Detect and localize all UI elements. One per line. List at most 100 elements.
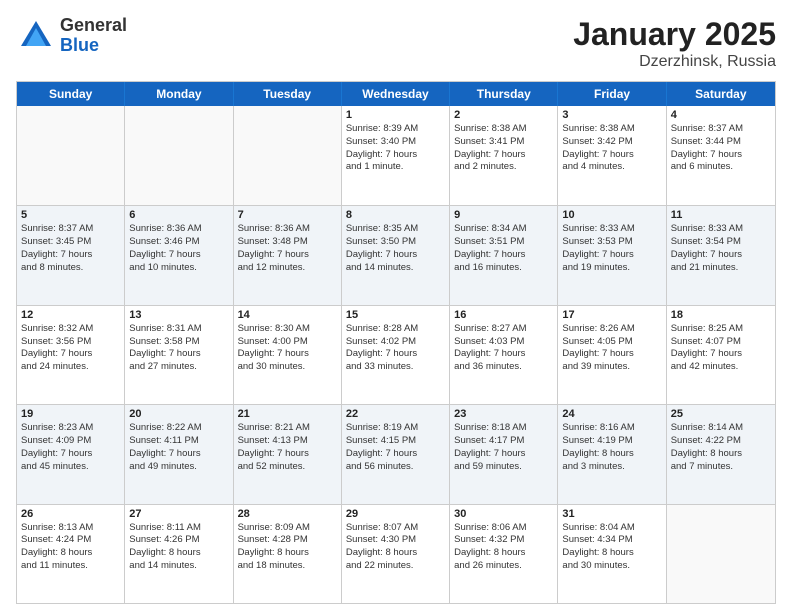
- day-info: Sunrise: 8:36 AM Sunset: 3:46 PM Dayligh…: [129, 223, 228, 274]
- day-info: Sunrise: 8:06 AM Sunset: 4:32 PM Dayligh…: [454, 522, 553, 573]
- day-cell-11: 11Sunrise: 8:33 AM Sunset: 3:54 PM Dayli…: [667, 206, 775, 304]
- day-info: Sunrise: 8:37 AM Sunset: 3:45 PM Dayligh…: [21, 223, 120, 274]
- day-cell-12: 12 Sunrise: 8:32 AM Sunset: 3:56 PM Dayli…: [17, 306, 125, 404]
- day-info: Sunrise: 8:07 AM Sunset: 4:30 PM Dayligh…: [346, 522, 445, 573]
- day-cell-18: 18 Sunrise: 8:25 AM Sunset: 4:07 PM Dayli…: [667, 306, 775, 404]
- day-info: Sunrise: 8:32 AM Sunset: 3:56 PM Dayligh…: [21, 323, 120, 374]
- day-number: 15: [346, 309, 445, 321]
- day-number: 17: [562, 309, 661, 321]
- day-info: Sunrise: 8:28 AM Sunset: 4:02 PM Dayligh…: [346, 323, 445, 374]
- day-info: Sunrise: 8:30 AM Sunset: 4:00 PM Dayligh…: [238, 323, 337, 374]
- day-info: Sunrise: 8:25 AM Sunset: 4:07 PM Dayligh…: [671, 323, 771, 374]
- day-cell-10: 10Sunrise: 8:33 AM Sunset: 3:53 PM Dayli…: [558, 206, 666, 304]
- day-info: Sunrise: 8:21 AM Sunset: 4:13 PM Dayligh…: [238, 422, 337, 473]
- day-number: 19: [21, 408, 120, 420]
- day-cell-21: 21Sunrise: 8:21 AM Sunset: 4:13 PM Dayli…: [234, 405, 342, 503]
- day-number: 28: [238, 508, 337, 520]
- day-cell-27: 27Sunrise: 8:11 AM Sunset: 4:26 PM Dayli…: [125, 505, 233, 603]
- day-cell-24: 24Sunrise: 8:16 AM Sunset: 4:19 PM Dayli…: [558, 405, 666, 503]
- day-cell-16: 16Sunrise: 8:27 AM Sunset: 4:03 PM Dayli…: [450, 306, 558, 404]
- day-info: Sunrise: 8:27 AM Sunset: 4:03 PM Dayligh…: [454, 323, 553, 374]
- day-cell-9: 9 Sunrise: 8:34 AM Sunset: 3:51 PM Daylig…: [450, 206, 558, 304]
- day-number: 22: [346, 408, 445, 420]
- logo-blue: Blue: [60, 35, 99, 55]
- day-cell-4: 4 Sunrise: 8:37 AM Sunset: 3:44 PM Daylig…: [667, 106, 775, 205]
- day-number: 29: [346, 508, 445, 520]
- day-cell-26: 26Sunrise: 8:13 AM Sunset: 4:24 PM Dayli…: [17, 505, 125, 603]
- day-info: Sunrise: 8:14 AM Sunset: 4:22 PM Dayligh…: [671, 422, 771, 473]
- day-cell-14: 14 Sunrise: 8:30 AM Sunset: 4:00 PM Dayli…: [234, 306, 342, 404]
- day-cell-29: 29 Sunrise: 8:07 AM Sunset: 4:30 PM Dayli…: [342, 505, 450, 603]
- calendar-header: SundayMondayTuesdayWednesdayThursdayFrid…: [17, 82, 775, 106]
- day-cell-17: 17Sunrise: 8:26 AM Sunset: 4:05 PM Dayli…: [558, 306, 666, 404]
- weekday-header-monday: Monday: [125, 82, 233, 106]
- day-number: 11: [671, 209, 771, 221]
- day-info: Sunrise: 8:31 AM Sunset: 3:58 PM Dayligh…: [129, 323, 228, 374]
- weekday-header-tuesday: Tuesday: [234, 82, 342, 106]
- day-number: 3: [562, 109, 661, 121]
- day-number: 2: [454, 109, 553, 121]
- day-number: 30: [454, 508, 553, 520]
- day-cell-25: 25Sunrise: 8:14 AM Sunset: 4:22 PM Dayli…: [667, 405, 775, 503]
- logo-icon: [16, 16, 56, 56]
- day-info: Sunrise: 8:38 AM Sunset: 3:42 PM Dayligh…: [562, 123, 661, 174]
- empty-cell: [667, 505, 775, 603]
- day-info: Sunrise: 8:11 AM Sunset: 4:26 PM Dayligh…: [129, 522, 228, 573]
- empty-cell: [125, 106, 233, 205]
- calendar-week-4: 19 Sunrise: 8:23 AM Sunset: 4:09 PM Dayli…: [17, 404, 775, 503]
- day-cell-7: 7 Sunrise: 8:36 AM Sunset: 3:48 PM Daylig…: [234, 206, 342, 304]
- day-info: Sunrise: 8:23 AM Sunset: 4:09 PM Dayligh…: [21, 422, 120, 473]
- day-cell-20: 20 Sunrise: 8:22 AM Sunset: 4:11 PM Dayli…: [125, 405, 233, 503]
- weekday-header-saturday: Saturday: [667, 82, 775, 106]
- day-number: 20: [129, 408, 228, 420]
- day-info: Sunrise: 8:39 AM Sunset: 3:40 PM Dayligh…: [346, 123, 445, 174]
- day-number: 10: [562, 209, 661, 221]
- day-cell-1: 1 Sunrise: 8:39 AM Sunset: 3:40 PM Daylig…: [342, 106, 450, 205]
- day-cell-22: 22 Sunrise: 8:19 AM Sunset: 4:15 PM Dayli…: [342, 405, 450, 503]
- day-info: Sunrise: 8:19 AM Sunset: 4:15 PM Dayligh…: [346, 422, 445, 473]
- day-info: Sunrise: 8:34 AM Sunset: 3:51 PM Dayligh…: [454, 223, 553, 274]
- day-number: 12: [21, 309, 120, 321]
- day-cell-15: 15 Sunrise: 8:28 AM Sunset: 4:02 PM Dayli…: [342, 306, 450, 404]
- day-number: 24: [562, 408, 661, 420]
- weekday-header-friday: Friday: [558, 82, 666, 106]
- day-info: Sunrise: 8:04 AM Sunset: 4:34 PM Dayligh…: [562, 522, 661, 573]
- day-cell-23: 23 Sunrise: 8:18 AM Sunset: 4:17 PM Dayli…: [450, 405, 558, 503]
- day-cell-31: 31 Sunrise: 8:04 AM Sunset: 4:34 PM Dayli…: [558, 505, 666, 603]
- day-number: 31: [562, 508, 661, 520]
- day-info: Sunrise: 8:18 AM Sunset: 4:17 PM Dayligh…: [454, 422, 553, 473]
- page-header: General Blue January 2025 Dzerzhinsk, Ru…: [16, 16, 776, 71]
- logo: General Blue: [16, 16, 127, 56]
- location: Dzerzhinsk, Russia: [573, 53, 776, 71]
- weekday-header-sunday: Sunday: [17, 82, 125, 106]
- day-cell-5: 5 Sunrise: 8:37 AM Sunset: 3:45 PM Daylig…: [17, 206, 125, 304]
- day-cell-19: 19 Sunrise: 8:23 AM Sunset: 4:09 PM Dayli…: [17, 405, 125, 503]
- calendar-body: 1 Sunrise: 8:39 AM Sunset: 3:40 PM Daylig…: [17, 106, 775, 603]
- day-info: Sunrise: 8:35 AM Sunset: 3:50 PM Dayligh…: [346, 223, 445, 274]
- day-cell-8: 8Sunrise: 8:35 AM Sunset: 3:50 PM Daylig…: [342, 206, 450, 304]
- day-cell-6: 6 Sunrise: 8:36 AM Sunset: 3:46 PM Daylig…: [125, 206, 233, 304]
- day-number: 18: [671, 309, 771, 321]
- calendar-week-3: 12 Sunrise: 8:32 AM Sunset: 3:56 PM Dayli…: [17, 305, 775, 404]
- day-number: 23: [454, 408, 553, 420]
- calendar-week-1: 1 Sunrise: 8:39 AM Sunset: 3:40 PM Daylig…: [17, 106, 775, 205]
- day-number: 7: [238, 209, 337, 221]
- day-number: 9: [454, 209, 553, 221]
- logo-text: General Blue: [60, 16, 127, 56]
- day-number: 1: [346, 109, 445, 121]
- title-block: January 2025 Dzerzhinsk, Russia: [573, 16, 776, 71]
- day-number: 14: [238, 309, 337, 321]
- day-cell-28: 28 Sunrise: 8:09 AM Sunset: 4:28 PM Dayli…: [234, 505, 342, 603]
- day-cell-3: 3 Sunrise: 8:38 AM Sunset: 3:42 PM Daylig…: [558, 106, 666, 205]
- day-number: 4: [671, 109, 771, 121]
- day-info: Sunrise: 8:09 AM Sunset: 4:28 PM Dayligh…: [238, 522, 337, 573]
- day-info: Sunrise: 8:37 AM Sunset: 3:44 PM Dayligh…: [671, 123, 771, 174]
- empty-cell: [234, 106, 342, 205]
- day-number: 6: [129, 209, 228, 221]
- day-cell-30: 30 Sunrise: 8:06 AM Sunset: 4:32 PM Dayli…: [450, 505, 558, 603]
- day-info: Sunrise: 8:13 AM Sunset: 4:24 PM Dayligh…: [21, 522, 120, 573]
- empty-cell: [17, 106, 125, 205]
- day-info: Sunrise: 8:22 AM Sunset: 4:11 PM Dayligh…: [129, 422, 228, 473]
- day-number: 5: [21, 209, 120, 221]
- day-info: Sunrise: 8:36 AM Sunset: 3:48 PM Dayligh…: [238, 223, 337, 274]
